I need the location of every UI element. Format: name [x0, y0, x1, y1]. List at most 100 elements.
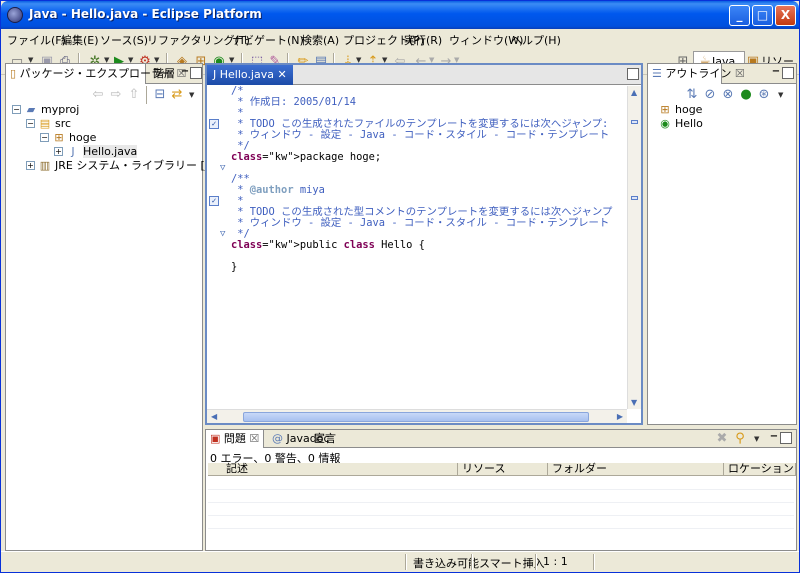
close-icon[interactable]: ✕	[277, 68, 286, 81]
menu-run[interactable]: 実行(R)	[404, 32, 442, 48]
menu-edit[interactable]: 編集(E)	[61, 32, 99, 48]
explorer-toolbar: ⇦ ⇨ ⇧ ⊟ ⇄ ▼	[6, 85, 202, 105]
maximize-view-icon[interactable]	[782, 67, 794, 79]
code-line: * 作成日: 2005/01/14	[231, 96, 357, 108]
collapse-icon[interactable]: −	[26, 119, 35, 128]
package-icon: ⊞	[660, 103, 670, 116]
horizontal-scrollbar[interactable]: ◀ ▶	[207, 409, 627, 423]
tab-problems[interactable]: ▣ 問題 ☒	[206, 430, 264, 448]
scroll-down-icon[interactable]: ▼	[631, 398, 637, 407]
column-location[interactable]: ロケーション	[724, 463, 796, 476]
tab-declaration[interactable]: 宣言	[310, 430, 340, 448]
overview-marker[interactable]	[631, 120, 638, 124]
outline-tab-bar: ☰ アウトライン ☒ −	[648, 64, 796, 84]
maximize-view-icon[interactable]	[627, 68, 639, 80]
task-marker-icon[interactable]: ✓	[209, 119, 219, 129]
menu-file[interactable]: ファイル(F)	[7, 32, 66, 48]
scroll-right-icon[interactable]: ▶	[617, 412, 623, 421]
scroll-left-icon[interactable]: ◀	[211, 412, 217, 421]
column-description[interactable]: 記述	[208, 463, 458, 476]
maximize-button[interactable]: □	[752, 5, 773, 26]
code-line: * @author miya	[231, 184, 325, 196]
expand-icon[interactable]: +	[26, 161, 35, 170]
column-resource[interactable]: リソース	[458, 463, 548, 476]
menu-help[interactable]: ヘルプ(H)	[511, 32, 561, 48]
menu-source[interactable]: ソース(S)	[100, 32, 148, 48]
tab-package-explorer[interactable]: ▯ パッケージ・エクスプローラー ☒	[6, 64, 186, 84]
menu-navigate[interactable]: ナビゲート(N)	[232, 32, 304, 48]
problems-tab-bar: ▣ 問題 ☒ @ Javadoc 宣言 ✖ ⚲ ▼ −	[206, 430, 796, 448]
tree-item-label: Hello.java	[83, 145, 138, 158]
class-icon: ◉	[660, 117, 670, 130]
tab-outline[interactable]: ☰ アウトライン ☒	[648, 64, 745, 84]
fold-icon[interactable]: ▽	[220, 163, 225, 173]
expand-icon[interactable]: +	[54, 147, 63, 156]
code-line: }	[231, 261, 238, 273]
library-icon: ▥	[39, 159, 51, 172]
package-icon: ⊞	[54, 131, 64, 144]
code-line: * ウィンドウ - 設定 - Java - コード・スタイル - コード・テンプ…	[231, 217, 610, 229]
collapse-all-icon[interactable]: ⊟	[152, 87, 168, 103]
overview-marker[interactable]	[631, 196, 638, 200]
outline-icon: ☰	[652, 67, 662, 80]
code-line-class: class="kw">public class Hello {	[231, 239, 425, 251]
close-button[interactable]: X	[775, 5, 796, 26]
tree-item-label: hoge	[69, 131, 97, 144]
tree-item-file[interactable]: + J Hello.java	[54, 145, 138, 159]
tree-item-project[interactable]: − ▰ myproj	[12, 103, 79, 117]
link-with-editor-icon[interactable]: ⇄	[169, 87, 185, 103]
hide-nonpublic-icon[interactable]: ●	[738, 87, 754, 103]
javadoc-icon: @	[272, 432, 283, 445]
tree-item-label: src	[55, 117, 72, 130]
tab-hierarchy[interactable]: 階層	[149, 64, 179, 84]
title-bar[interactable]: Java - Hello.java - Eclipse Platform _ □…	[1, 1, 799, 29]
minimize-view-icon[interactable]: −	[768, 432, 780, 444]
outline-item-package[interactable]: ⊞ hoge	[658, 103, 702, 117]
table-row	[208, 528, 794, 529]
toolbar-separator	[146, 86, 148, 104]
problems-table[interactable]: 記述 リソース フォルダー ロケーション	[208, 463, 796, 548]
column-folder[interactable]: フォルダー	[548, 463, 724, 476]
back-icon[interactable]: ⇦	[90, 87, 106, 103]
outline-item-class[interactable]: ◉ Hello	[658, 117, 703, 131]
close-icon[interactable]: ☒	[249, 432, 259, 445]
filter-icon[interactable]: ⚲	[732, 431, 748, 447]
hide-local-types-icon[interactable]: ⊛	[756, 87, 772, 103]
menu-search[interactable]: 検索(A)	[301, 32, 339, 48]
scroll-up-icon[interactable]: ▲	[631, 88, 637, 97]
delete-icon[interactable]: ✖	[714, 431, 730, 447]
status-separator	[535, 554, 537, 570]
close-icon[interactable]: ☒	[735, 67, 745, 80]
sort-icon[interactable]: ⇅	[684, 87, 700, 103]
eclipse-app-icon	[7, 7, 23, 23]
collapse-icon[interactable]: −	[12, 105, 21, 114]
hide-fields-icon[interactable]: ⊘	[702, 87, 718, 103]
scroll-thumb[interactable]	[243, 412, 589, 422]
minimize-view-icon[interactable]: −	[770, 67, 782, 79]
status-separator	[471, 554, 473, 570]
code-area[interactable]: ✓ ▽ ✓ ▽ /* * 作成日: 2005/01/14 * * TODO この…	[207, 86, 627, 409]
tab-hello-java[interactable]: J Hello.java ✕	[207, 65, 293, 85]
forward-icon[interactable]: ⇨	[108, 87, 124, 103]
fold-icon[interactable]: ▽	[220, 229, 225, 239]
vertical-scrollbar[interactable]: ▲ ▼	[627, 86, 641, 409]
collapse-icon[interactable]: −	[40, 133, 49, 142]
tab-outline-label: アウトライン	[665, 67, 732, 80]
view-menu-icon[interactable]: ▼	[189, 91, 194, 99]
task-marker-icon[interactable]: ✓	[209, 196, 219, 206]
hide-static-icon[interactable]: ⊗	[720, 87, 736, 103]
up-icon[interactable]: ⇧	[126, 87, 142, 103]
package-explorer-icon: ▯	[10, 67, 17, 80]
tree-item-src[interactable]: − ▤ src	[26, 117, 71, 131]
view-menu-icon[interactable]: ▼	[754, 435, 759, 443]
tree-item-package[interactable]: − ⊞ hoge	[40, 131, 96, 145]
project-icon: ▰	[26, 103, 36, 116]
minimize-button[interactable]: _	[729, 5, 750, 26]
maximize-view-icon[interactable]	[190, 67, 202, 79]
maximize-view-icon[interactable]	[780, 432, 792, 444]
tab-hello-java-label: Hello.java	[219, 68, 274, 81]
outline-item-label: Hello	[675, 117, 703, 130]
window-title: Java - Hello.java - Eclipse Platform	[29, 7, 262, 21]
menu-bar: ファイル(F) 編集(E) ソース(S) リファクタリング(T) ナビゲート(N…	[1, 29, 799, 49]
view-menu-icon[interactable]: ▼	[778, 91, 783, 99]
